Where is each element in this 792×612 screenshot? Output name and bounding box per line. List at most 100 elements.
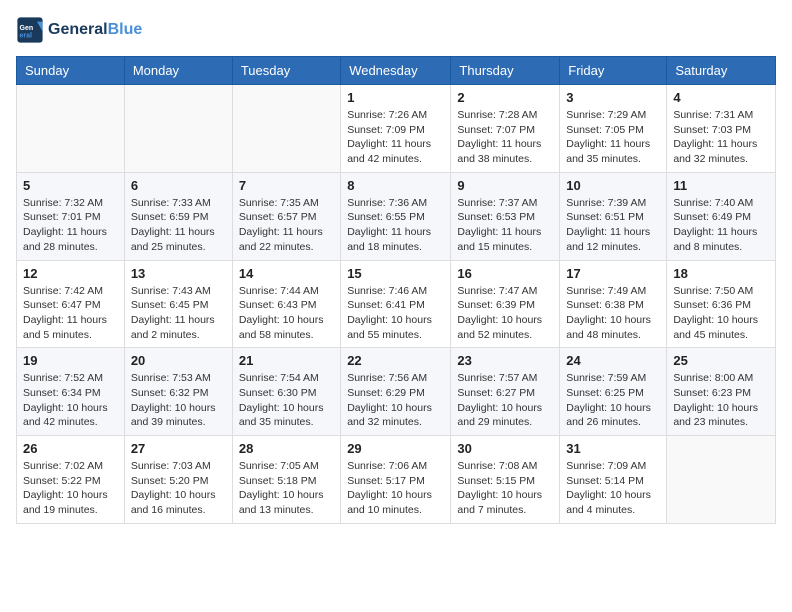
day-number: 25 xyxy=(673,353,769,368)
logo: Gen eral GeneralBlue xyxy=(16,16,142,44)
calendar-cell: 4 Sunrise: 7:31 AM Sunset: 7:03 PM Daylig… xyxy=(667,85,776,173)
calendar-cell: 2 Sunrise: 7:28 AM Sunset: 7:07 PM Daylig… xyxy=(451,85,560,173)
day-number: 2 xyxy=(457,90,553,105)
day-info: Sunrise: 7:03 AM Sunset: 5:20 PM Dayligh… xyxy=(131,459,226,518)
svg-text:eral: eral xyxy=(20,33,33,40)
day-info: Sunrise: 7:53 AM Sunset: 6:32 PM Dayligh… xyxy=(131,371,226,430)
calendar-cell: 19Sunrise: 7:52 AM Sunset: 6:34 PM Dayli… xyxy=(17,348,125,436)
day-number: 27 xyxy=(131,441,226,456)
calendar-week-row: 12 Sunrise: 7:42 AM Sunset: 6:47 PM Dayli… xyxy=(17,260,776,348)
calendar-cell: 8 Sunrise: 7:36 AM Sunset: 6:55 PM Daylig… xyxy=(341,172,451,260)
calendar-cell: 7 Sunrise: 7:35 AM Sunset: 6:57 PM Daylig… xyxy=(232,172,340,260)
day-info: Sunrise: 7:35 AM Sunset: 6:57 PM Dayligh… xyxy=(239,196,334,255)
day-info: Sunrise: 7:49 AM Sunset: 6:38 PM Dayligh… xyxy=(566,284,660,343)
day-number: 16 xyxy=(457,266,553,281)
calendar-cell: 1 Sunrise: 7:26 AM Sunset: 7:09 PM Daylig… xyxy=(341,85,451,173)
calendar-cell xyxy=(17,85,125,173)
day-info: Sunrise: 7:47 AM Sunset: 6:39 PM Dayligh… xyxy=(457,284,553,343)
day-number: 21 xyxy=(239,353,334,368)
day-of-week-header: Tuesday xyxy=(232,57,340,85)
day-number: 5 xyxy=(23,178,118,193)
day-number: 8 xyxy=(347,178,444,193)
calendar-cell: 27 Sunrise: 7:03 AM Sunset: 5:20 PM Dayli… xyxy=(124,436,232,524)
day-info: Sunrise: 7:05 AM Sunset: 5:18 PM Dayligh… xyxy=(239,459,334,518)
calendar-cell: 5 Sunrise: 7:32 AM Sunset: 7:01 PM Daylig… xyxy=(17,172,125,260)
day-number: 3 xyxy=(566,90,660,105)
day-of-week-header: Friday xyxy=(560,57,667,85)
day-info: Sunrise: 7:57 AM Sunset: 6:27 PM Dayligh… xyxy=(457,371,553,430)
day-number: 29 xyxy=(347,441,444,456)
day-info: Sunrise: 7:09 AM Sunset: 5:14 PM Dayligh… xyxy=(566,459,660,518)
day-info: Sunrise: 7:54 AM Sunset: 6:30 PM Dayligh… xyxy=(239,371,334,430)
day-of-week-header: Sunday xyxy=(17,57,125,85)
calendar-week-row: 26Sunrise: 7:02 AM Sunset: 5:22 PM Dayli… xyxy=(17,436,776,524)
calendar-cell xyxy=(124,85,232,173)
day-info: Sunrise: 7:36 AM Sunset: 6:55 PM Dayligh… xyxy=(347,196,444,255)
calendar-cell: 20Sunrise: 7:53 AM Sunset: 6:32 PM Dayli… xyxy=(124,348,232,436)
calendar-cell: 14 Sunrise: 7:44 AM Sunset: 6:43 PM Dayli… xyxy=(232,260,340,348)
page-header: Gen eral GeneralBlue xyxy=(16,16,776,44)
day-of-week-header: Wednesday xyxy=(341,57,451,85)
calendar-cell: 25Sunrise: 8:00 AM Sunset: 6:23 PM Dayli… xyxy=(667,348,776,436)
day-number: 13 xyxy=(131,266,226,281)
day-number: 18 xyxy=(673,266,769,281)
day-of-week-header: Saturday xyxy=(667,57,776,85)
day-number: 4 xyxy=(673,90,769,105)
calendar-cell: 15Sunrise: 7:46 AM Sunset: 6:41 PM Dayli… xyxy=(341,260,451,348)
day-number: 24 xyxy=(566,353,660,368)
day-number: 28 xyxy=(239,441,334,456)
calendar-cell: 31 Sunrise: 7:09 AM Sunset: 5:14 PM Dayli… xyxy=(560,436,667,524)
calendar-cell: 3 Sunrise: 7:29 AM Sunset: 7:05 PM Daylig… xyxy=(560,85,667,173)
svg-text:Gen: Gen xyxy=(20,25,34,32)
day-number: 23 xyxy=(457,353,553,368)
calendar-cell: 24 Sunrise: 7:59 AM Sunset: 6:25 PM Dayli… xyxy=(560,348,667,436)
calendar-week-row: 5 Sunrise: 7:32 AM Sunset: 7:01 PM Daylig… xyxy=(17,172,776,260)
day-number: 31 xyxy=(566,441,660,456)
logo-icon: Gen eral xyxy=(16,16,44,44)
day-info: Sunrise: 7:06 AM Sunset: 5:17 PM Dayligh… xyxy=(347,459,444,518)
calendar-cell: 12 Sunrise: 7:42 AM Sunset: 6:47 PM Dayli… xyxy=(17,260,125,348)
calendar-cell: 23 Sunrise: 7:57 AM Sunset: 6:27 PM Dayli… xyxy=(451,348,560,436)
day-info: Sunrise: 7:37 AM Sunset: 6:53 PM Dayligh… xyxy=(457,196,553,255)
day-info: Sunrise: 7:31 AM Sunset: 7:03 PM Dayligh… xyxy=(673,108,769,167)
calendar-cell: 28 Sunrise: 7:05 AM Sunset: 5:18 PM Dayli… xyxy=(232,436,340,524)
calendar-cell: 16 Sunrise: 7:47 AM Sunset: 6:39 PM Dayli… xyxy=(451,260,560,348)
day-of-week-header: Thursday xyxy=(451,57,560,85)
day-number: 14 xyxy=(239,266,334,281)
day-number: 7 xyxy=(239,178,334,193)
day-number: 12 xyxy=(23,266,118,281)
calendar-cell: 26Sunrise: 7:02 AM Sunset: 5:22 PM Dayli… xyxy=(17,436,125,524)
calendar-cell: 18 Sunrise: 7:50 AM Sunset: 6:36 PM Dayli… xyxy=(667,260,776,348)
day-info: Sunrise: 7:32 AM Sunset: 7:01 PM Dayligh… xyxy=(23,196,118,255)
day-info: Sunrise: 7:50 AM Sunset: 6:36 PM Dayligh… xyxy=(673,284,769,343)
day-info: Sunrise: 7:44 AM Sunset: 6:43 PM Dayligh… xyxy=(239,284,334,343)
day-of-week-header: Monday xyxy=(124,57,232,85)
calendar-cell: 10Sunrise: 7:39 AM Sunset: 6:51 PM Dayli… xyxy=(560,172,667,260)
calendar-header-row: SundayMondayTuesdayWednesdayThursdayFrid… xyxy=(17,57,776,85)
day-info: Sunrise: 7:56 AM Sunset: 6:29 PM Dayligh… xyxy=(347,371,444,430)
day-info: Sunrise: 7:26 AM Sunset: 7:09 PM Dayligh… xyxy=(347,108,444,167)
calendar-cell xyxy=(667,436,776,524)
day-number: 11 xyxy=(673,178,769,193)
day-info: Sunrise: 7:52 AM Sunset: 6:34 PM Dayligh… xyxy=(23,371,118,430)
day-info: Sunrise: 7:29 AM Sunset: 7:05 PM Dayligh… xyxy=(566,108,660,167)
calendar-cell xyxy=(232,85,340,173)
day-info: Sunrise: 7:08 AM Sunset: 5:15 PM Dayligh… xyxy=(457,459,553,518)
day-info: Sunrise: 7:42 AM Sunset: 6:47 PM Dayligh… xyxy=(23,284,118,343)
day-number: 6 xyxy=(131,178,226,193)
day-info: Sunrise: 7:33 AM Sunset: 6:59 PM Dayligh… xyxy=(131,196,226,255)
day-number: 17 xyxy=(566,266,660,281)
calendar-cell: 22Sunrise: 7:56 AM Sunset: 6:29 PM Dayli… xyxy=(341,348,451,436)
day-info: Sunrise: 7:43 AM Sunset: 6:45 PM Dayligh… xyxy=(131,284,226,343)
calendar-week-row: 1 Sunrise: 7:26 AM Sunset: 7:09 PM Daylig… xyxy=(17,85,776,173)
day-info: Sunrise: 7:28 AM Sunset: 7:07 PM Dayligh… xyxy=(457,108,553,167)
day-number: 15 xyxy=(347,266,444,281)
day-number: 9 xyxy=(457,178,553,193)
calendar-week-row: 19Sunrise: 7:52 AM Sunset: 6:34 PM Dayli… xyxy=(17,348,776,436)
calendar-cell: 17 Sunrise: 7:49 AM Sunset: 6:38 PM Dayli… xyxy=(560,260,667,348)
day-info: Sunrise: 7:59 AM Sunset: 6:25 PM Dayligh… xyxy=(566,371,660,430)
day-info: Sunrise: 7:39 AM Sunset: 6:51 PM Dayligh… xyxy=(566,196,660,255)
day-number: 1 xyxy=(347,90,444,105)
calendar-cell: 30Sunrise: 7:08 AM Sunset: 5:15 PM Dayli… xyxy=(451,436,560,524)
day-number: 26 xyxy=(23,441,118,456)
